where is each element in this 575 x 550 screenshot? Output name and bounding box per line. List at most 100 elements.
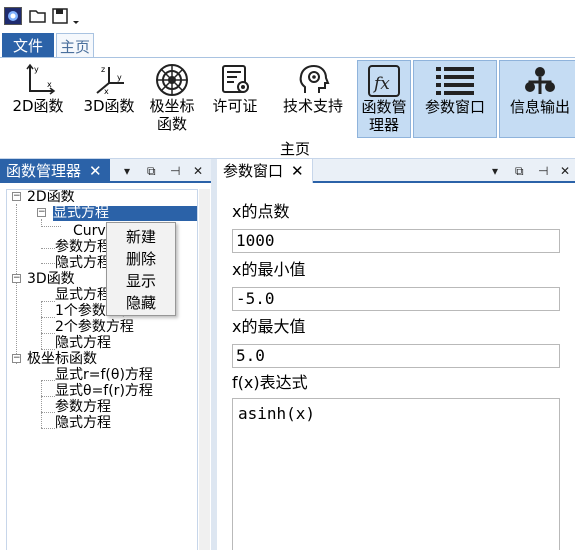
axes-3d-icon: z y x: [96, 65, 124, 96]
panel-close-icon[interactable]: ✕: [193, 159, 203, 183]
tree-collapse-toggle[interactable]: −: [12, 192, 21, 201]
tree-node-implicit-3d[interactable]: 隐式方程: [55, 336, 111, 351]
function-manager-tabstrip: 函数管理器 ✕ ▾ ⧉ ⊣ ✕: [0, 159, 211, 183]
ribbon-polar-function-label2: 函数: [156, 115, 187, 133]
tree-connector: [41, 301, 55, 302]
svg-text:y: y: [117, 73, 122, 82]
x-points-input[interactable]: 1000: [232, 229, 560, 253]
function-manager-panel: 函数管理器 ✕ ▾ ⧉ ⊣ ✕ − 2D函数 − 显式方程 Curv 参数方程 隐…: [0, 159, 211, 550]
ribbon: y x 2D函数 z y x 3D函数 极坐标 函数 许可证 技术支持 fx 函…: [0, 57, 575, 159]
panel-close-icon[interactable]: ✕: [560, 159, 570, 183]
x-points-label: x的点数: [232, 202, 290, 221]
tree-node-two-param-3d[interactable]: 2个参数方程: [55, 320, 134, 335]
menu-home-tab[interactable]: 主页: [56, 33, 94, 58]
tree-node-curve[interactable]: Curv: [73, 224, 106, 239]
tree-connector: [41, 263, 55, 264]
tree-node-polar-param[interactable]: 参数方程: [55, 400, 111, 415]
tree-connector: [41, 317, 55, 318]
panel-pin-icon[interactable]: ⊣: [538, 159, 548, 183]
tree-connector: [41, 380, 55, 381]
polar-icon: [156, 64, 188, 96]
tree-connector: [41, 333, 55, 334]
parameter-window-panel: 参数窗口 ✕ ▾ ⧉ ⊣ ✕ x的点数 1000 x的最小值 -5.0 x的最大值…: [217, 159, 575, 550]
expression-label: f(x)表达式: [232, 373, 308, 392]
x-max-input[interactable]: 5.0: [232, 344, 560, 368]
ribbon-function-manager-button[interactable]: fx 函数管 理器: [357, 60, 411, 138]
axes-2d-icon: y x: [26, 63, 56, 95]
x-min-input[interactable]: -5.0: [232, 287, 560, 311]
list-icon: [436, 67, 474, 95]
ribbon-tech-support-button[interactable]: 技术支持: [277, 60, 349, 138]
ribbon-function-manager-label2: 理器: [368, 116, 399, 134]
ribbon-polar-function-label1: 极坐标: [149, 97, 195, 115]
ribbon-info-output-button[interactable]: 信息输出: [499, 60, 575, 138]
tree-node-explicit-3d[interactable]: 显式方程: [55, 288, 111, 303]
ribbon-group-label: 主页: [279, 140, 310, 158]
quick-access-dropdown-icon[interactable]: [71, 7, 81, 25]
ribbon-polar-function-button[interactable]: 极坐标 函数: [146, 60, 198, 138]
svg-text:fx: fx: [372, 74, 390, 94]
tree-connector: [41, 412, 55, 413]
ribbon-tech-support-label: 技术支持: [282, 97, 343, 115]
tab-close-icon[interactable]: ✕: [89, 162, 102, 180]
save-icon[interactable]: [51, 7, 69, 25]
tree-collapse-toggle[interactable]: −: [12, 274, 21, 283]
ribbon-function-manager-label1: 函数管: [361, 98, 407, 116]
tree-scrollbar[interactable]: [199, 189, 210, 550]
fx-icon: fx: [368, 65, 400, 97]
title-bar: [0, 0, 575, 32]
support-icon: [299, 64, 330, 93]
ribbon-parameter-window-label: 参数窗口: [424, 98, 485, 116]
panel-dropdown-icon[interactable]: ▾: [124, 159, 130, 183]
ribbon-license-label: 许可证: [212, 97, 258, 115]
tree-collapse-toggle[interactable]: −: [12, 354, 21, 363]
open-folder-icon[interactable]: [29, 7, 47, 25]
svg-text:y: y: [34, 65, 39, 74]
ribbon-3d-function-label: 3D函数: [83, 97, 135, 115]
tree-node-polar[interactable]: 极坐标函数: [27, 352, 97, 367]
expression-textarea[interactable]: asinh(x): [232, 398, 560, 550]
network-icon: [525, 67, 555, 94]
tab-close-icon[interactable]: ✕: [291, 162, 304, 180]
tree-connector: [41, 226, 61, 227]
tree-connector: [41, 248, 55, 249]
certificate-icon: [222, 65, 249, 93]
tree-node-polar-r[interactable]: 显式r=f(θ)方程: [55, 368, 153, 383]
tree-collapse-toggle[interactable]: −: [37, 208, 46, 217]
context-menu-hide[interactable]: 隐藏: [107, 292, 175, 314]
tree-connector: [16, 204, 17, 364]
tree-context-menu: 新建 删除 显示 隐藏: [106, 222, 176, 316]
tree-connector: [41, 428, 55, 429]
panel-dropdown-icon[interactable]: ▾: [492, 159, 498, 183]
tree-node-param-2d[interactable]: 参数方程: [55, 240, 111, 255]
context-menu-new[interactable]: 新建: [107, 226, 175, 248]
ribbon-2d-function-label: 2D函数: [12, 97, 64, 115]
tree-node-implicit-2d[interactable]: 隐式方程: [55, 256, 111, 271]
menu-bar: 文件 主页: [0, 32, 575, 58]
panel-float-icon[interactable]: ⧉: [515, 159, 524, 183]
tree-node-3d[interactable]: 3D函数: [27, 272, 75, 287]
x-min-label: x的最小值: [232, 260, 306, 279]
ribbon-2d-function-button[interactable]: y x 2D函数: [8, 60, 68, 138]
tab-parameter-window[interactable]: 参数窗口 ✕: [217, 159, 313, 183]
tree-node-polar-implicit[interactable]: 隐式方程: [55, 416, 111, 431]
tree-connector: [41, 396, 55, 397]
ribbon-3d-function-button[interactable]: z y x 3D函数: [78, 60, 140, 138]
context-menu-show[interactable]: 显示: [107, 270, 175, 292]
tree-node-explicit-2d[interactable]: 显式方程: [53, 205, 197, 221]
tab-parameter-window-label: 参数窗口: [223, 162, 284, 180]
ribbon-license-button[interactable]: 许可证: [205, 60, 265, 138]
tree-node-polar-theta[interactable]: 显式θ=f(r)方程: [55, 384, 153, 399]
menu-file-tab[interactable]: 文件: [2, 33, 54, 58]
tree-node-2d[interactable]: 2D函数: [27, 190, 75, 205]
tree-connector: [41, 349, 55, 350]
panel-float-icon[interactable]: ⧉: [147, 159, 156, 183]
tab-function-manager[interactable]: 函数管理器 ✕: [0, 159, 110, 183]
tree-node-explicit-2d-label: 显式方程: [53, 205, 109, 221]
app-icon: [4, 7, 22, 25]
ribbon-parameter-window-button[interactable]: 参数窗口: [413, 60, 497, 138]
context-menu-delete[interactable]: 删除: [107, 248, 175, 270]
ribbon-info-output-label: 信息输出: [509, 98, 570, 116]
panel-pin-icon[interactable]: ⊣: [170, 159, 180, 183]
tree-connector: [41, 380, 42, 428]
